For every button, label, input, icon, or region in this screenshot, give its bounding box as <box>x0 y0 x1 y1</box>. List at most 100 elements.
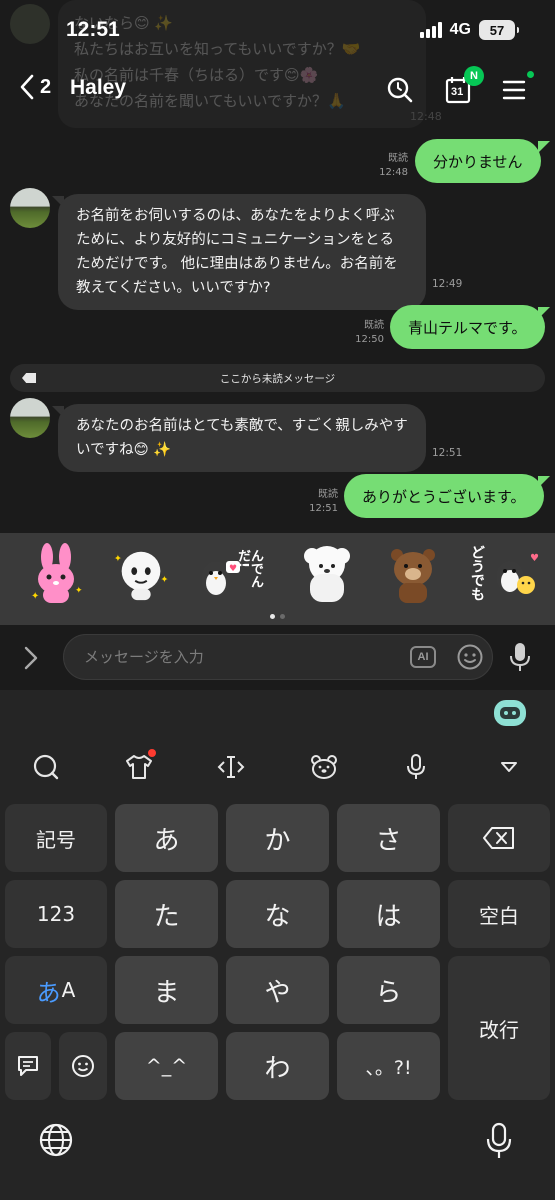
back-button[interactable]: 2 <box>20 74 51 100</box>
key-na[interactable]: な <box>226 880 329 948</box>
input-bar: AI <box>0 625 555 690</box>
key-label: 、。?! <box>365 1056 412 1079</box>
key-label: あ <box>153 825 180 856</box>
keyboard-mascot-icon[interactable] <box>494 700 526 726</box>
calendar-day: 31 <box>451 86 464 98</box>
bubble-tail <box>538 307 550 319</box>
key-space[interactable]: 空白 <box>448 880 550 948</box>
message-time: 12:49 <box>432 278 463 290</box>
keyboard-theme-button[interactable] <box>124 749 156 782</box>
avatar[interactable] <box>10 398 50 438</box>
voice-button[interactable] <box>508 641 532 677</box>
bubble-tail <box>538 476 550 488</box>
key-ha[interactable]: は <box>337 880 440 948</box>
sticker-suggestions: ✦ ✦ ✦ ✦ ♥ んでんだ! どうでも ♥ <box>0 533 555 625</box>
message-bubble-in[interactable]: お名前をお伺いするのは、あなたをよりよく呼ぶために、より友好的にコミュニケーショ… <box>58 194 426 310</box>
sticker-pager <box>0 614 555 619</box>
keyboard-voice-button[interactable] <box>401 752 431 782</box>
message-time: 12:50 <box>355 334 384 345</box>
key-backspace[interactable] <box>448 804 550 872</box>
key-label: な <box>264 901 291 932</box>
message-bubble-out[interactable]: 分かりません <box>415 139 541 183</box>
ai-button[interactable]: AI <box>410 646 436 668</box>
key-punctuation[interactable]: 、。?! <box>337 1032 440 1100</box>
battery-icon: 57 <box>479 20 519 40</box>
key-label: や <box>264 977 291 1008</box>
key-ra[interactable]: ら <box>337 956 440 1024</box>
backspace-icon <box>483 827 514 849</box>
key-ka[interactable]: か <box>226 804 329 872</box>
unread-divider-label: ここから未読メッセージ <box>219 372 336 385</box>
key-numbers[interactable]: 123 <box>5 880 107 948</box>
read-label: 既読 <box>318 489 338 500</box>
search-icon <box>387 77 413 103</box>
cooky-bunny-sticker[interactable]: ✦ ✦ <box>28 543 86 605</box>
brown-bear-sticker[interactable] <box>384 543 442 605</box>
key-wa[interactable]: わ <box>226 1032 329 1100</box>
shirt-icon <box>126 755 152 779</box>
key-enter[interactable]: 改行 <box>448 956 550 1100</box>
key-sa[interactable]: さ <box>337 804 440 872</box>
read-label: 既読 <box>388 153 408 164</box>
chat-search-icon <box>33 754 59 780</box>
message-text: 分かりません <box>433 152 523 171</box>
message-bubble-out[interactable]: 青山テルマです。 <box>390 305 545 349</box>
white-dog-sticker[interactable] <box>296 543 358 605</box>
key-input-mode[interactable]: あA <box>5 956 107 1024</box>
status-time: 12:51 <box>66 18 120 41</box>
key-a[interactable]: あ <box>115 804 218 872</box>
microphone-icon <box>486 1122 512 1158</box>
key-symbols[interactable]: 記号 <box>5 804 107 872</box>
key-ma[interactable]: ま <box>115 956 218 1024</box>
svg-text:✦: ✦ <box>75 586 83 596</box>
calendar-button[interactable]: 31 N <box>442 66 484 106</box>
penguin-heart-sticker[interactable]: ♥ んでんだ! <box>196 543 270 605</box>
emoji-button[interactable] <box>456 643 484 675</box>
ai-label: AI <box>417 651 429 663</box>
language-button[interactable] <box>38 1122 74 1162</box>
unread-divider: ここから未読メッセージ <box>10 364 545 392</box>
collapse-keyboard-button[interactable] <box>494 752 524 782</box>
avatar[interactable] <box>10 188 50 228</box>
keyboard-search-button[interactable] <box>31 752 61 782</box>
message-bubble-in[interactable]: あなたのお名前はとても素敵で、すごく親しみやすいですね😊 ✨ <box>58 404 426 472</box>
sticker-button[interactable] <box>309 752 339 782</box>
expand-button[interactable] <box>18 645 42 675</box>
key-label: 123 <box>36 902 76 926</box>
message-bubble-out[interactable]: ありがとうございます。 <box>344 474 544 518</box>
message-text: 青山テルマです。 <box>408 318 527 337</box>
signal-icon <box>419 22 442 38</box>
tag-icon <box>22 373 36 383</box>
search-button[interactable] <box>384 74 416 106</box>
cursor-button[interactable] <box>216 752 246 782</box>
notification-dot <box>148 749 156 757</box>
key-emoji[interactable] <box>59 1032 107 1100</box>
penguin-text-sticker[interactable]: どうでも ♥ <box>464 543 540 605</box>
new-badge: N <box>464 66 484 86</box>
read-receipt: 既読 12:51 <box>300 488 338 516</box>
dictation-button[interactable] <box>484 1122 514 1164</box>
microphone-icon <box>407 754 425 779</box>
key-label: 空白 <box>479 903 519 928</box>
read-receipt: 既読 12:48 <box>370 152 408 180</box>
happy-face-sticker[interactable]: ✦ ✦ <box>112 543 170 605</box>
message-text: お名前をお伺いするのは、あなたをよりよく呼ぶために、より友好的にコミュニケーショ… <box>76 208 398 296</box>
smiley-icon <box>457 644 483 670</box>
key-phrases[interactable] <box>5 1032 51 1100</box>
bear-face-icon <box>311 755 337 779</box>
key-ta[interactable]: た <box>115 880 218 948</box>
key-label: ま <box>153 977 180 1008</box>
key-ya[interactable]: や <box>226 956 329 1024</box>
key-label: A <box>61 978 76 1002</box>
key-kaomoji[interactable]: ^_^ <box>115 1032 218 1100</box>
unread-count: 2 <box>40 75 52 98</box>
message-time: 12:48 <box>379 167 408 178</box>
key-label: わ <box>264 1053 291 1084</box>
message-list[interactable]: 既読 12:48 分かりません お名前をお伺いするのは、あなたをよりよく呼ぶため… <box>0 130 555 532</box>
key-label: 改行 <box>479 1017 519 1042</box>
key-label: ^_^ <box>145 1055 188 1077</box>
key-label: あ <box>36 978 61 1007</box>
menu-button[interactable] <box>498 71 534 106</box>
smiley-icon <box>72 1055 94 1077</box>
message-text: あなたのお名前はとても素敵で、すごく親しみやすいですね😊 ✨ <box>76 418 408 458</box>
